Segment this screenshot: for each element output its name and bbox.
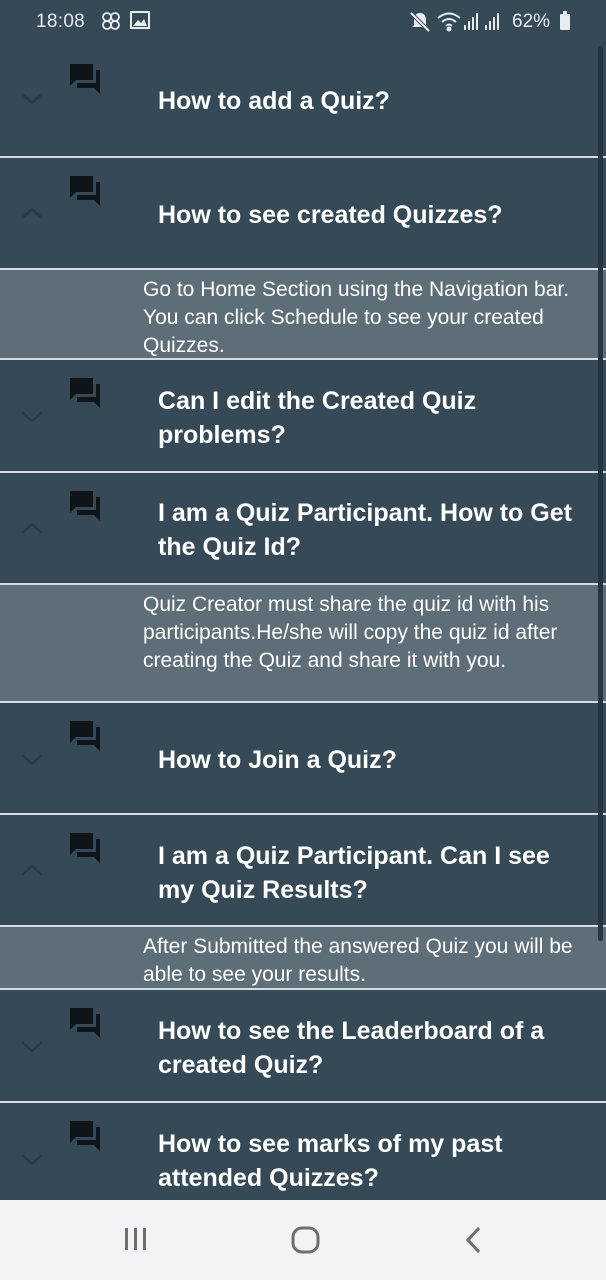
chevron-up-icon[interactable] bbox=[20, 863, 44, 882]
status-bar: 18:08 62% bbox=[0, 0, 606, 46]
wifi-icon bbox=[436, 10, 462, 38]
forum-icon bbox=[67, 489, 103, 528]
signal-icon bbox=[484, 10, 500, 38]
faq-question: How to Join a Quiz? bbox=[158, 746, 397, 774]
forum-icon bbox=[67, 1006, 103, 1045]
navigation-bar bbox=[0, 1200, 606, 1280]
faq-answer-text: After Submitted the answered Quiz you wi… bbox=[143, 935, 573, 986]
faq-answer: Quiz Creator must share the quiz id with… bbox=[0, 585, 606, 703]
battery-icon bbox=[559, 10, 571, 38]
faq-item[interactable]: How to see marks of my past attended Qui… bbox=[0, 1103, 606, 1200]
faq-answer: Go to Home Section using the Navigation … bbox=[0, 270, 606, 360]
chevron-down-icon[interactable] bbox=[20, 410, 44, 429]
battery-percent: 62% bbox=[512, 11, 551, 32]
faq-question: I am a Quiz Participant. Can I see my Qu… bbox=[158, 842, 550, 904]
back-icon[interactable] bbox=[462, 1224, 486, 1261]
faq-item[interactable]: How to Join a Quiz? bbox=[0, 703, 606, 815]
gallery-icon bbox=[130, 10, 150, 36]
status-time: 18:08 bbox=[36, 11, 86, 32]
faq-item[interactable]: Can I edit the Created Quiz problems? bbox=[0, 360, 606, 473]
faq-question: How to see the Leaderboard of a created … bbox=[158, 1017, 545, 1079]
faq-item[interactable]: I am a Quiz Participant. Can I see my Qu… bbox=[0, 815, 606, 927]
signal-icon bbox=[463, 10, 479, 38]
forum-icon bbox=[67, 376, 103, 415]
forum-icon bbox=[67, 62, 103, 101]
forum-icon bbox=[67, 831, 103, 870]
chevron-down-icon[interactable] bbox=[20, 753, 44, 772]
faq-answer-text: Go to Home Section using the Navigation … bbox=[143, 278, 570, 357]
chevron-down-icon[interactable] bbox=[20, 92, 44, 111]
chevron-down-icon[interactable] bbox=[20, 1153, 44, 1172]
forum-icon bbox=[67, 719, 103, 758]
scrollbar[interactable] bbox=[598, 46, 603, 941]
faq-answer: After Submitted the answered Quiz you wi… bbox=[0, 927, 606, 990]
faq-question: I am a Quiz Participant. How to Get the … bbox=[158, 499, 572, 561]
faq-item[interactable]: How to see the Leaderboard of a created … bbox=[0, 990, 606, 1103]
recent-apps-icon[interactable] bbox=[122, 1224, 150, 1259]
mute-icon bbox=[408, 10, 432, 40]
faq-item[interactable]: I am a Quiz Participant. How to Get the … bbox=[0, 473, 606, 585]
chevron-down-icon[interactable] bbox=[20, 1040, 44, 1059]
faq-item[interactable]: How to see created Quizzes? bbox=[0, 158, 606, 270]
faq-answer-text: Quiz Creator must share the quiz id with… bbox=[143, 593, 558, 672]
chevron-up-icon[interactable] bbox=[20, 521, 44, 540]
chevron-up-icon[interactable] bbox=[20, 206, 44, 225]
faq-list[interactable]: How to add a Quiz? How to see created Qu… bbox=[0, 46, 606, 1200]
flower-icon bbox=[100, 10, 122, 38]
faq-question: How to add a Quiz? bbox=[158, 87, 390, 115]
faq-item[interactable]: How to add a Quiz? bbox=[0, 46, 606, 158]
forum-icon bbox=[67, 1119, 103, 1158]
faq-question: How to see created Quizzes? bbox=[158, 201, 503, 229]
faq-question: Can I edit the Created Quiz problems? bbox=[158, 387, 477, 449]
faq-question: How to see marks of my past attended Qui… bbox=[158, 1130, 503, 1192]
home-icon[interactable] bbox=[290, 1224, 322, 1261]
forum-icon bbox=[67, 174, 103, 213]
